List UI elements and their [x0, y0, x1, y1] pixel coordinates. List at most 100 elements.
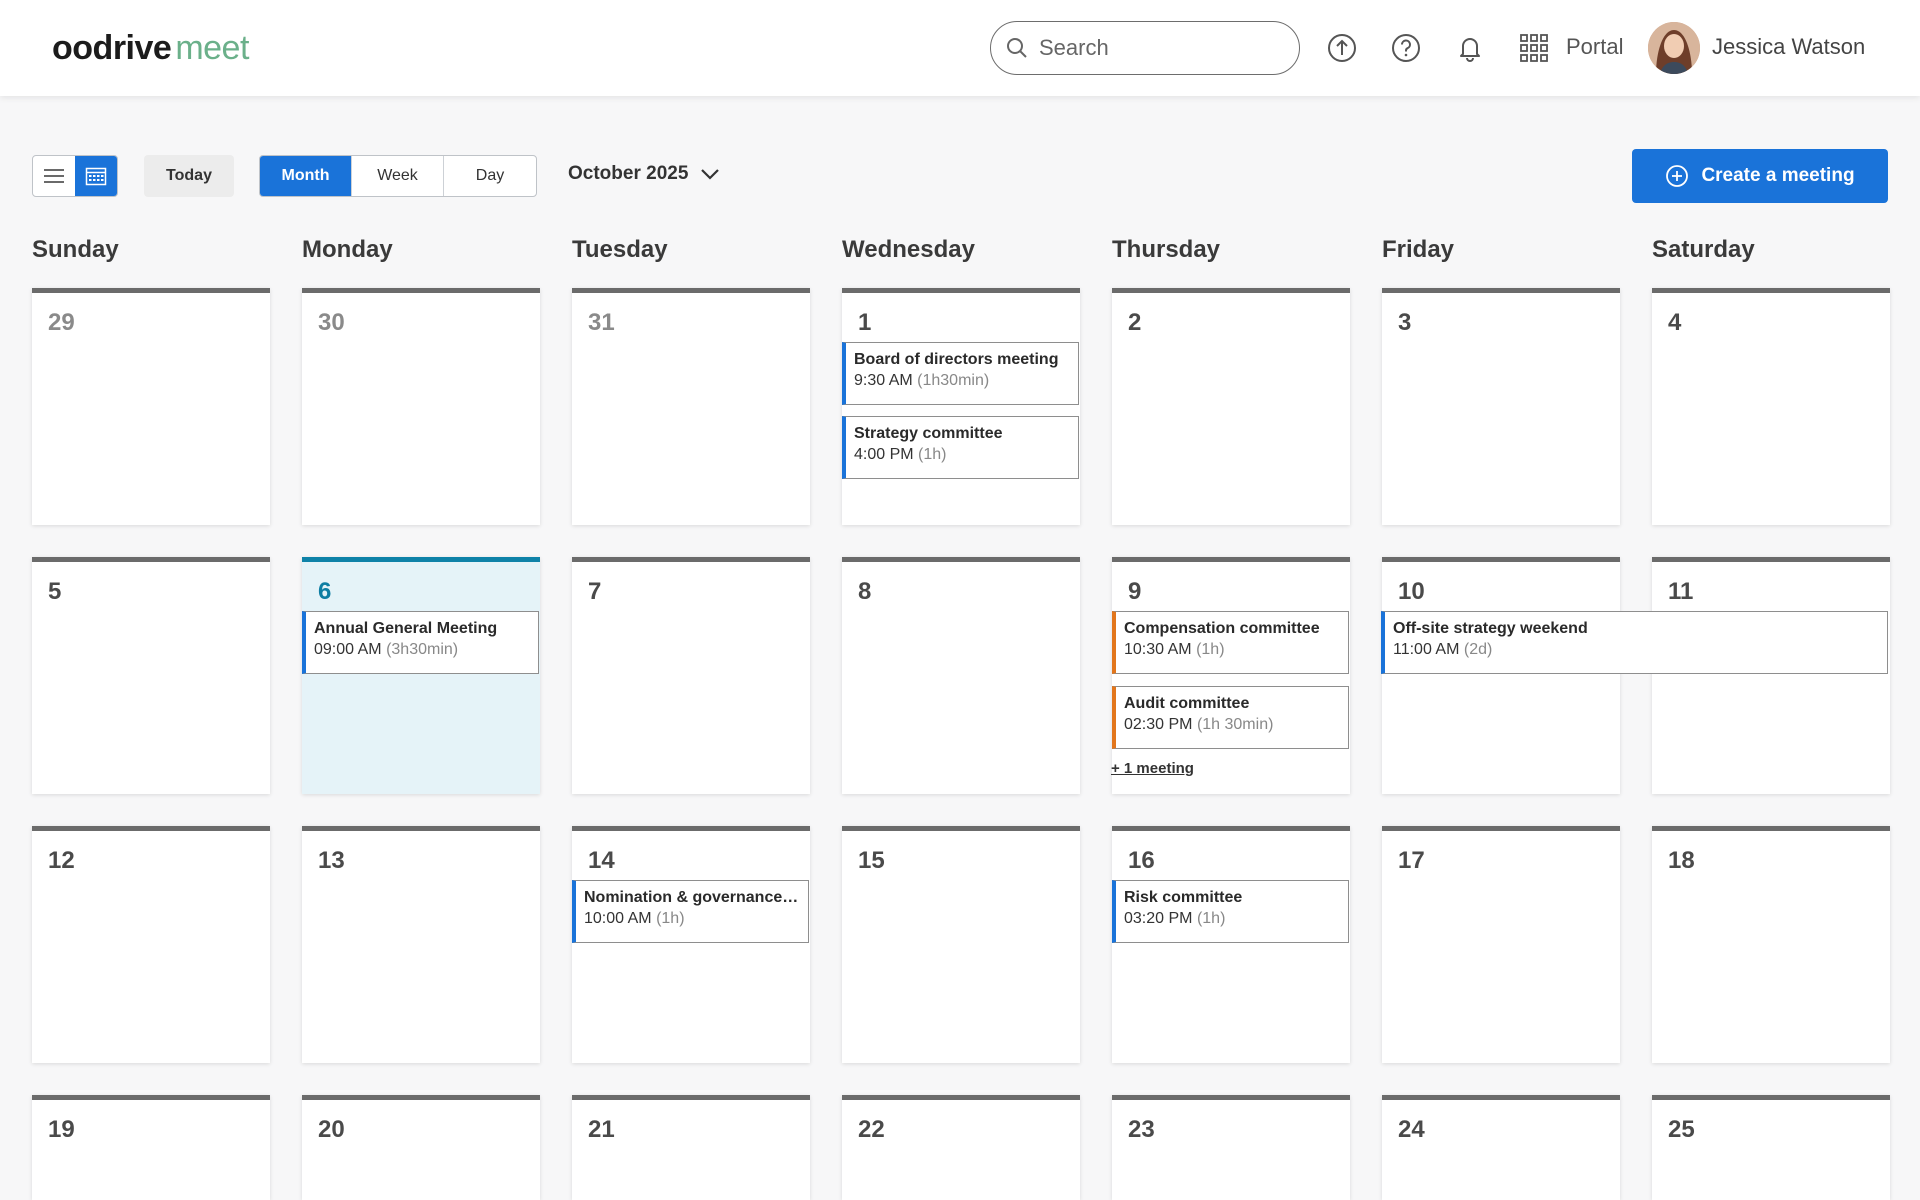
weekday-thursday: Thursday — [1112, 236, 1221, 263]
logo-drive-text: drive — [92, 28, 172, 67]
chevron-down-icon — [701, 169, 720, 180]
weekday-tuesday: Tuesday — [572, 236, 668, 263]
day-cell[interactable]: 31 — [572, 288, 810, 525]
event-time: 03:20 PM — [1124, 910, 1193, 927]
day-cell[interactable]: 11 — [1652, 557, 1890, 794]
current-month-label: October 2025 — [568, 163, 689, 184]
apps-grid-icon[interactable] — [1516, 30, 1552, 66]
create-meeting-button[interactable]: Create a meeting — [1632, 149, 1888, 203]
day-number: 16 — [1128, 847, 1155, 874]
day-number: 2 — [1128, 309, 1142, 336]
day-cell[interactable]: 9 — [1112, 557, 1350, 794]
user-avatar[interactable] — [1648, 22, 1700, 74]
day-number: 30 — [318, 309, 345, 336]
upload-icon[interactable] — [1324, 30, 1360, 66]
day-cell[interactable]: 25 — [1652, 1095, 1890, 1200]
month-view-tab[interactable]: Month — [260, 156, 352, 196]
day-cell[interactable]: 24 — [1382, 1095, 1620, 1200]
event-risk-committee[interactable]: Risk committee 03:20 PM (1h) — [1112, 880, 1349, 943]
event-strategy-committee[interactable]: Strategy committee 4:00 PM (1h) — [842, 416, 1079, 479]
day-number: 23 — [1128, 1116, 1155, 1143]
day-number: 7 — [588, 578, 602, 605]
weekday-friday: Friday — [1382, 236, 1455, 263]
search-icon — [1007, 38, 1027, 58]
event-title: Annual General Meeting — [314, 620, 498, 637]
logo-infinity: oo — [52, 28, 93, 67]
list-view-button[interactable] — [33, 156, 75, 196]
day-cell[interactable]: 5 — [32, 557, 270, 794]
today-button[interactable]: Today — [144, 155, 234, 197]
day-cell[interactable]: 18 — [1652, 826, 1890, 1063]
event-nomination-governance[interactable]: Nomination & governance committee 10:00 … — [572, 880, 809, 943]
user-name[interactable]: Jessica Watson — [1712, 34, 1865, 60]
event-compensation-committee[interactable]: Compensation committee 10:30 AM (1h) — [1112, 611, 1349, 674]
event-title: Audit committee — [1124, 695, 1250, 712]
today-day-cell[interactable]: 6 — [302, 557, 540, 794]
bell-icon[interactable] — [1452, 30, 1488, 66]
day-cell[interactable]: 13 — [302, 826, 540, 1063]
day-cell[interactable]: 2 — [1112, 288, 1350, 525]
event-title: Nomination & governance committee — [584, 889, 800, 906]
day-number: 8 — [858, 578, 872, 605]
app-logo[interactable]: oo drive meet — [52, 28, 249, 68]
day-view-tab[interactable]: Day — [444, 156, 536, 196]
day-cell[interactable]: 16 — [1112, 826, 1350, 1063]
day-number: 25 — [1668, 1116, 1695, 1143]
day-number: 1 — [858, 309, 872, 336]
day-cell[interactable]: 23 — [1112, 1095, 1350, 1200]
day-cell[interactable]: 15 — [842, 826, 1080, 1063]
day-number: 15 — [858, 847, 885, 874]
day-cell[interactable]: 29 — [32, 288, 270, 525]
day-number: 4 — [1668, 309, 1682, 336]
day-number: 6 — [318, 578, 332, 605]
week-view-tab[interactable]: Week — [352, 156, 444, 196]
day-number: 13 — [318, 847, 345, 874]
day-cell[interactable]: 10 — [1382, 557, 1620, 794]
day-cell[interactable]: 22 — [842, 1095, 1080, 1200]
plus-circle-icon — [1665, 164, 1689, 188]
event-audit-committee[interactable]: Audit committee 02:30 PM (1h 30min) — [1112, 686, 1349, 749]
event-time: 09:00 AM — [314, 641, 382, 658]
top-header: oo drive meet Portal Jessica Watson — [0, 0, 1920, 96]
day-number: 3 — [1398, 309, 1412, 336]
search-input[interactable] — [1039, 35, 1279, 61]
day-cell[interactable]: 21 — [572, 1095, 810, 1200]
event-time: 10:00 AM — [584, 910, 652, 927]
calendar-view-button[interactable] — [75, 156, 117, 196]
day-cell[interactable]: 8 — [842, 557, 1080, 794]
day-cell[interactable]: 7 — [572, 557, 810, 794]
list-icon — [44, 169, 64, 183]
day-number: 22 — [858, 1116, 885, 1143]
event-board-of-directors[interactable]: Board of directors meeting 9:30 AM (1h30… — [842, 342, 1079, 405]
day-cell[interactable]: 20 — [302, 1095, 540, 1200]
more-meetings-link[interactable]: + 1 meeting — [1111, 760, 1194, 777]
event-offsite-strategy-weekend[interactable]: Off-site strategy weekend 11:00 AM (2d) — [1381, 611, 1888, 674]
day-number: 20 — [318, 1116, 345, 1143]
day-cell[interactable]: 12 — [32, 826, 270, 1063]
day-number: 11 — [1668, 578, 1694, 605]
help-icon[interactable] — [1388, 30, 1424, 66]
month-picker[interactable]: October 2025 — [568, 163, 720, 185]
day-number: 31 — [588, 309, 615, 336]
event-duration: (1h 30min) — [1196, 716, 1274, 733]
day-number: 9 — [1128, 578, 1142, 605]
event-duration: (1h) — [656, 910, 685, 927]
day-cell[interactable]: 17 — [1382, 826, 1620, 1063]
day-number: 14 — [588, 847, 615, 874]
event-annual-general-meeting[interactable]: Annual General Meeting 09:00 AM (3h30min… — [302, 611, 539, 674]
day-number: 29 — [48, 309, 75, 336]
day-cell[interactable]: 19 — [32, 1095, 270, 1200]
event-title: Compensation committee — [1124, 620, 1320, 637]
create-meeting-label: Create a meeting — [1701, 165, 1855, 186]
event-time: 9:30 AM — [854, 372, 913, 389]
day-cell[interactable]: 14 — [572, 826, 810, 1063]
day-cell[interactable]: 30 — [302, 288, 540, 525]
search-box[interactable] — [990, 21, 1300, 75]
portal-link[interactable]: Portal — [1566, 34, 1623, 60]
event-title: Strategy committee — [854, 425, 1003, 442]
day-cell[interactable]: 4 — [1652, 288, 1890, 525]
event-title: Risk committee — [1124, 889, 1243, 906]
weekday-monday: Monday — [302, 236, 393, 263]
day-cell[interactable]: 1 — [842, 288, 1080, 525]
day-cell[interactable]: 3 — [1382, 288, 1620, 525]
